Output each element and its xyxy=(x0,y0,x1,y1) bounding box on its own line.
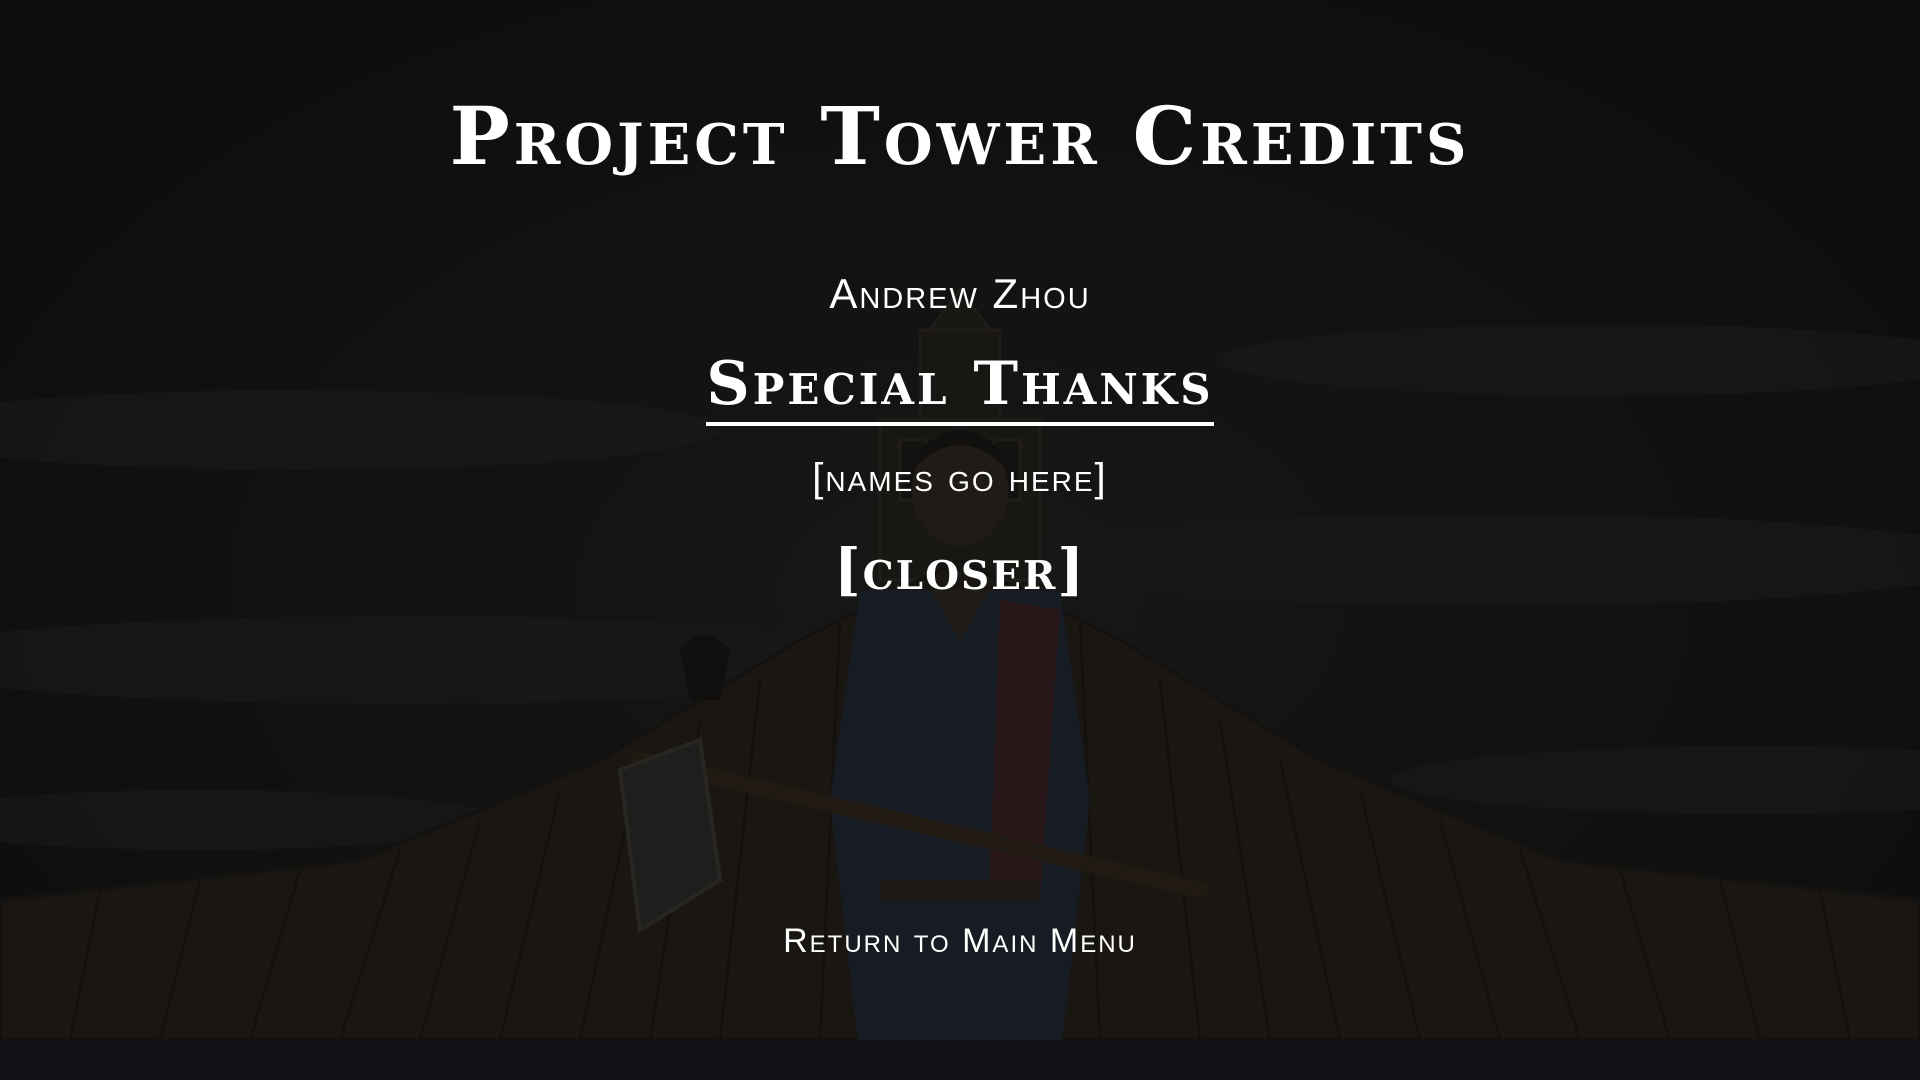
special-thanks-names: [names go here] xyxy=(812,456,1108,500)
special-thanks-heading-text: Special Thanks xyxy=(706,348,1214,426)
return-to-main-menu-button[interactable]: Return to Main Menu xyxy=(760,916,1160,966)
closer-text: [closer] xyxy=(834,537,1086,603)
credits-screen: Project Tower Credits Andrew Zhou Specia… xyxy=(0,0,1920,1080)
special-thanks-heading: Special Thanks xyxy=(0,348,1920,426)
credits-name: Andrew Zhou xyxy=(829,270,1091,317)
credits-title: Project Tower Credits xyxy=(449,89,1471,183)
